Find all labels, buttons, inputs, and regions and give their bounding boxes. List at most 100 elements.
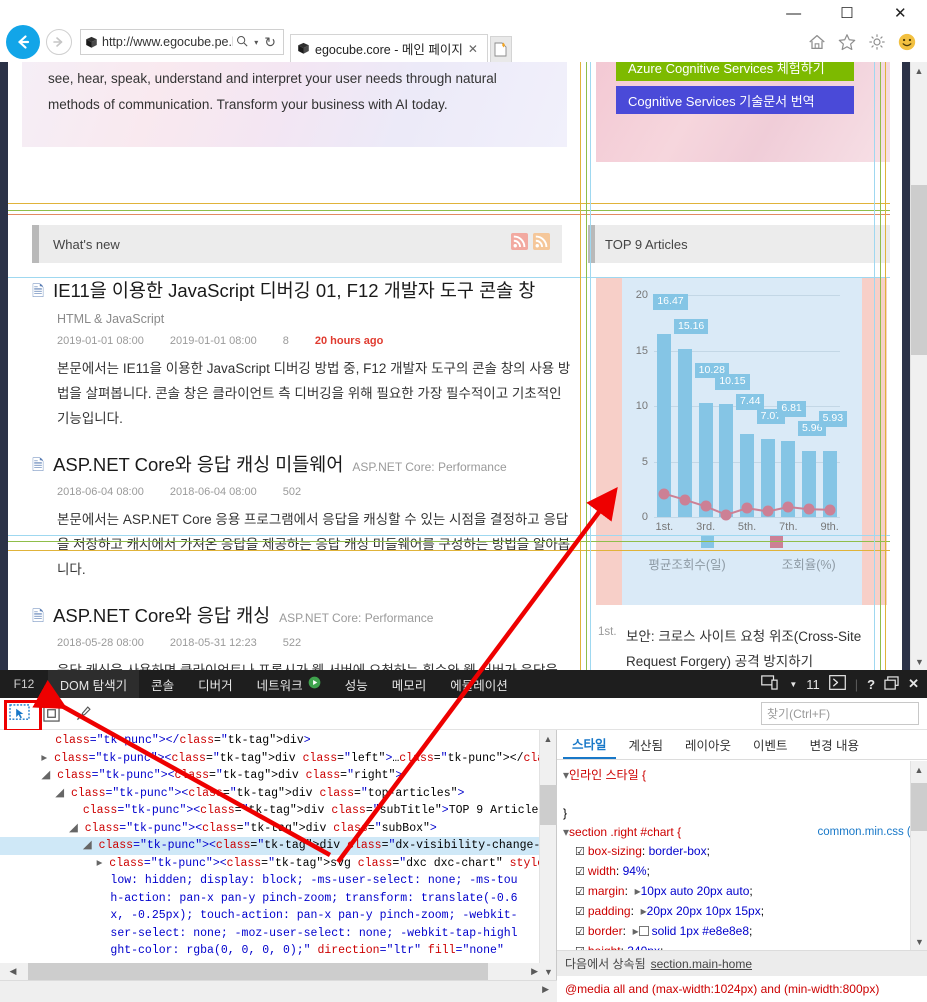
dom-node[interactable]: ser-select: none; -moz-user-select: none…	[0, 925, 540, 943]
article-title[interactable]: IE11을 이용한 JavaScript 디버깅 01, F12 개발자 도구 …	[53, 277, 535, 303]
address-bar[interactable]: http://www.egocube.pe.kr/ ▾ ↻	[80, 29, 284, 55]
chart[interactable]: 0 5 10 15 20 16.47 15.16 10.28 10.15 7.44 7.07 6.81…	[622, 277, 862, 605]
forward-button[interactable]	[46, 29, 72, 55]
dom-node[interactable]: ◢ class="tk-punc"><class="tk-tag">div cl…	[0, 785, 540, 803]
chart-data-point[interactable]	[803, 503, 815, 515]
tab-memory[interactable]: 메모리	[380, 670, 439, 698]
dom-node[interactable]: ght-color: rgba(0, 0, 0, 0);" direction=…	[0, 942, 540, 960]
address-input[interactable]: http://www.egocube.pe.kr/	[102, 35, 233, 49]
styles-vscrollbar[interactable]: ▲ ▼	[910, 761, 927, 950]
tab-debugger[interactable]: 디버거	[186, 670, 245, 698]
style-declaration[interactable]: ☑ border: ▸ solid 1px #e8e8e8;	[563, 922, 921, 942]
browser-tab[interactable]: egocube.core - 메인 페이지 ✕	[290, 34, 488, 62]
list-item[interactable]: 🗎 IE11을 이용한 JavaScript 디버깅 01, F12 개발자 도…	[32, 277, 577, 431]
tab-layout[interactable]: 레이아웃	[676, 731, 740, 758]
article-title[interactable]: ASP.NET Core와 응답 캐싱	[53, 602, 270, 628]
list-item[interactable]: 🗎 ASP.NET Core와 응답 캐싱 미들웨어 ASP.NET Core:…	[32, 451, 577, 582]
article-title[interactable]: ASP.NET Core와 응답 캐싱 미들웨어	[53, 451, 343, 477]
smiley-icon[interactable]	[897, 32, 917, 52]
back-button[interactable]	[6, 25, 40, 59]
chart-data-point[interactable]	[720, 509, 732, 521]
eyedropper-icon[interactable]	[70, 702, 96, 726]
scrollbar-thumb[interactable]	[911, 185, 927, 355]
scroll-right-icon[interactable]: ▶	[531, 966, 538, 977]
new-tab-button[interactable]	[489, 36, 512, 62]
style-declaration[interactable]: ☑ width: 94%;	[563, 862, 921, 882]
page-scrollbar[interactable]: ▲ ▼	[910, 62, 927, 670]
chart-data-point[interactable]	[658, 488, 670, 500]
dom-tree-hscrollbar[interactable]: ◀ ▶	[0, 963, 540, 980]
tab-emulation[interactable]: 에뮬레이션	[438, 670, 520, 698]
tab-computed[interactable]: 계산됨	[620, 731, 673, 758]
chart-data-point[interactable]	[782, 501, 794, 513]
scrollbar-thumb[interactable]	[540, 785, 557, 825]
dom-node-selected[interactable]: ◢ class="tk-punc"><class="tk-tag">div cl…	[0, 837, 540, 855]
declaration-checkbox[interactable]: ☑	[575, 866, 585, 878]
scroll-down-icon[interactable]: ▼	[540, 963, 557, 980]
star-icon[interactable]	[837, 32, 857, 52]
list-item[interactable]: 1st. 보안: 크로스 사이트 요청 위조(Cross-Site Reques…	[596, 618, 887, 670]
rss-icon[interactable]	[511, 233, 528, 255]
dom-node[interactable]: x, -0.25px); touch-action: pan-x pan-y p…	[0, 907, 540, 925]
scroll-down-icon[interactable]: ▼	[911, 933, 927, 950]
scrollbar-thumb[interactable]	[28, 963, 488, 980]
declaration-checkbox[interactable]: ☑	[575, 926, 585, 938]
tab-close-icon[interactable]: ✕	[463, 42, 483, 56]
declaration-value[interactable]: 20px 20px 10px 15px	[647, 904, 761, 918]
rss-icon-alt[interactable]	[533, 233, 550, 255]
hero-button-docs[interactable]: Cognitive Services 기술문서 번역	[616, 86, 854, 114]
style-rule-header[interactable]: ▾section .right #chart { common.min.css …	[563, 823, 921, 842]
scrollbar-thumb[interactable]	[911, 783, 927, 831]
devtools-close-icon[interactable]: ✕	[908, 676, 919, 692]
gear-icon[interactable]	[867, 32, 887, 52]
style-declaration[interactable]: ☑ padding: ▸20px 20px 10px 15px;	[563, 902, 921, 922]
tab-dom-explorer[interactable]: DOM 탐색기	[48, 670, 140, 698]
scroll-left-icon[interactable]: ◀	[0, 966, 26, 977]
refresh-icon[interactable]: ↻	[261, 34, 279, 51]
inherited-source-link[interactable]: section.main-home	[651, 957, 752, 971]
chart-data-point[interactable]	[679, 494, 691, 506]
dom-node[interactable]: h-action: pan-x pan-y pinch-zoom; transf…	[0, 890, 540, 908]
scroll-up-icon[interactable]: ▲	[540, 730, 556, 747]
declaration-checkbox[interactable]: ☑	[575, 906, 585, 918]
chart-data-point[interactable]	[741, 502, 753, 514]
device-emulation-icon[interactable]	[761, 675, 780, 693]
search-input[interactable]: 찾기(Ctrl+F)	[761, 702, 919, 725]
dom-tree-vscrollbar[interactable]: ▲ ▼	[539, 730, 557, 980]
tab-console[interactable]: 콘솔	[139, 670, 186, 698]
declaration-value[interactable]: 10px auto 20px auto	[641, 884, 750, 898]
style-declaration[interactable]: ☑height: 340px;	[563, 942, 921, 950]
help-icon[interactable]: ?	[867, 677, 875, 692]
declaration-value[interactable]: solid 1px #e8e8e8	[652, 924, 749, 938]
play-icon[interactable]	[308, 676, 321, 692]
style-declaration[interactable]: ☑ box-sizing: border-box;	[563, 842, 921, 862]
dom-node[interactable]: class="tk-punc"></class="tk-tag">div>	[0, 732, 540, 750]
style-rule-header[interactable]: ▾인라인 스타일 { a:	[563, 766, 921, 785]
search-icon[interactable]	[233, 35, 251, 50]
dom-node[interactable]: ▸ class="tk-punc"><class="tk-tag">div cl…	[0, 750, 540, 768]
scroll-down-icon[interactable]: ▼	[911, 653, 927, 670]
tab-styles[interactable]: 스타일	[563, 730, 616, 759]
breadcrumb-expand-icon[interactable]: ▶	[542, 984, 549, 995]
declaration-checkbox[interactable]: ☑	[575, 886, 585, 898]
hero-button-azure[interactable]: Azure Cognitive Services 체험하기	[616, 62, 854, 81]
scroll-up-icon[interactable]: ▲	[911, 761, 927, 778]
console-toggle-icon[interactable]	[828, 675, 846, 693]
restore-icon[interactable]	[884, 675, 899, 693]
chart-data-point[interactable]	[762, 505, 774, 517]
style-declaration[interactable]: ☑ margin: ▸10px auto 20px auto;	[563, 882, 921, 902]
chart-data-point[interactable]	[700, 500, 712, 512]
dom-node[interactable]: ◢ class="tk-punc"><class="tk-tag">div cl…	[0, 820, 540, 838]
dom-node[interactable]: class="tk-punc"><class="tk-tag">div clas…	[0, 802, 540, 820]
declaration-value[interactable]: 94%	[623, 864, 647, 878]
rank-title[interactable]: 보안: 크로스 사이트 요청 위조(Cross-Site Request For…	[626, 624, 887, 670]
dom-node[interactable]: ▸ class="tk-punc"><class="tk-tag">svg cl…	[0, 855, 540, 873]
tab-network[interactable]: 네트워크	[245, 670, 333, 698]
tab-performance[interactable]: 성능	[333, 670, 380, 698]
declaration-checkbox[interactable]: ☑	[575, 846, 585, 858]
chevron-down-icon[interactable]: ▼	[789, 680, 797, 689]
dom-node[interactable]: low: hidden; display: block; -ms-user-se…	[0, 872, 540, 890]
chart-data-point[interactable]	[824, 504, 836, 516]
tab-changes[interactable]: 변경 내용	[801, 731, 868, 758]
scroll-up-icon[interactable]: ▲	[911, 62, 927, 79]
